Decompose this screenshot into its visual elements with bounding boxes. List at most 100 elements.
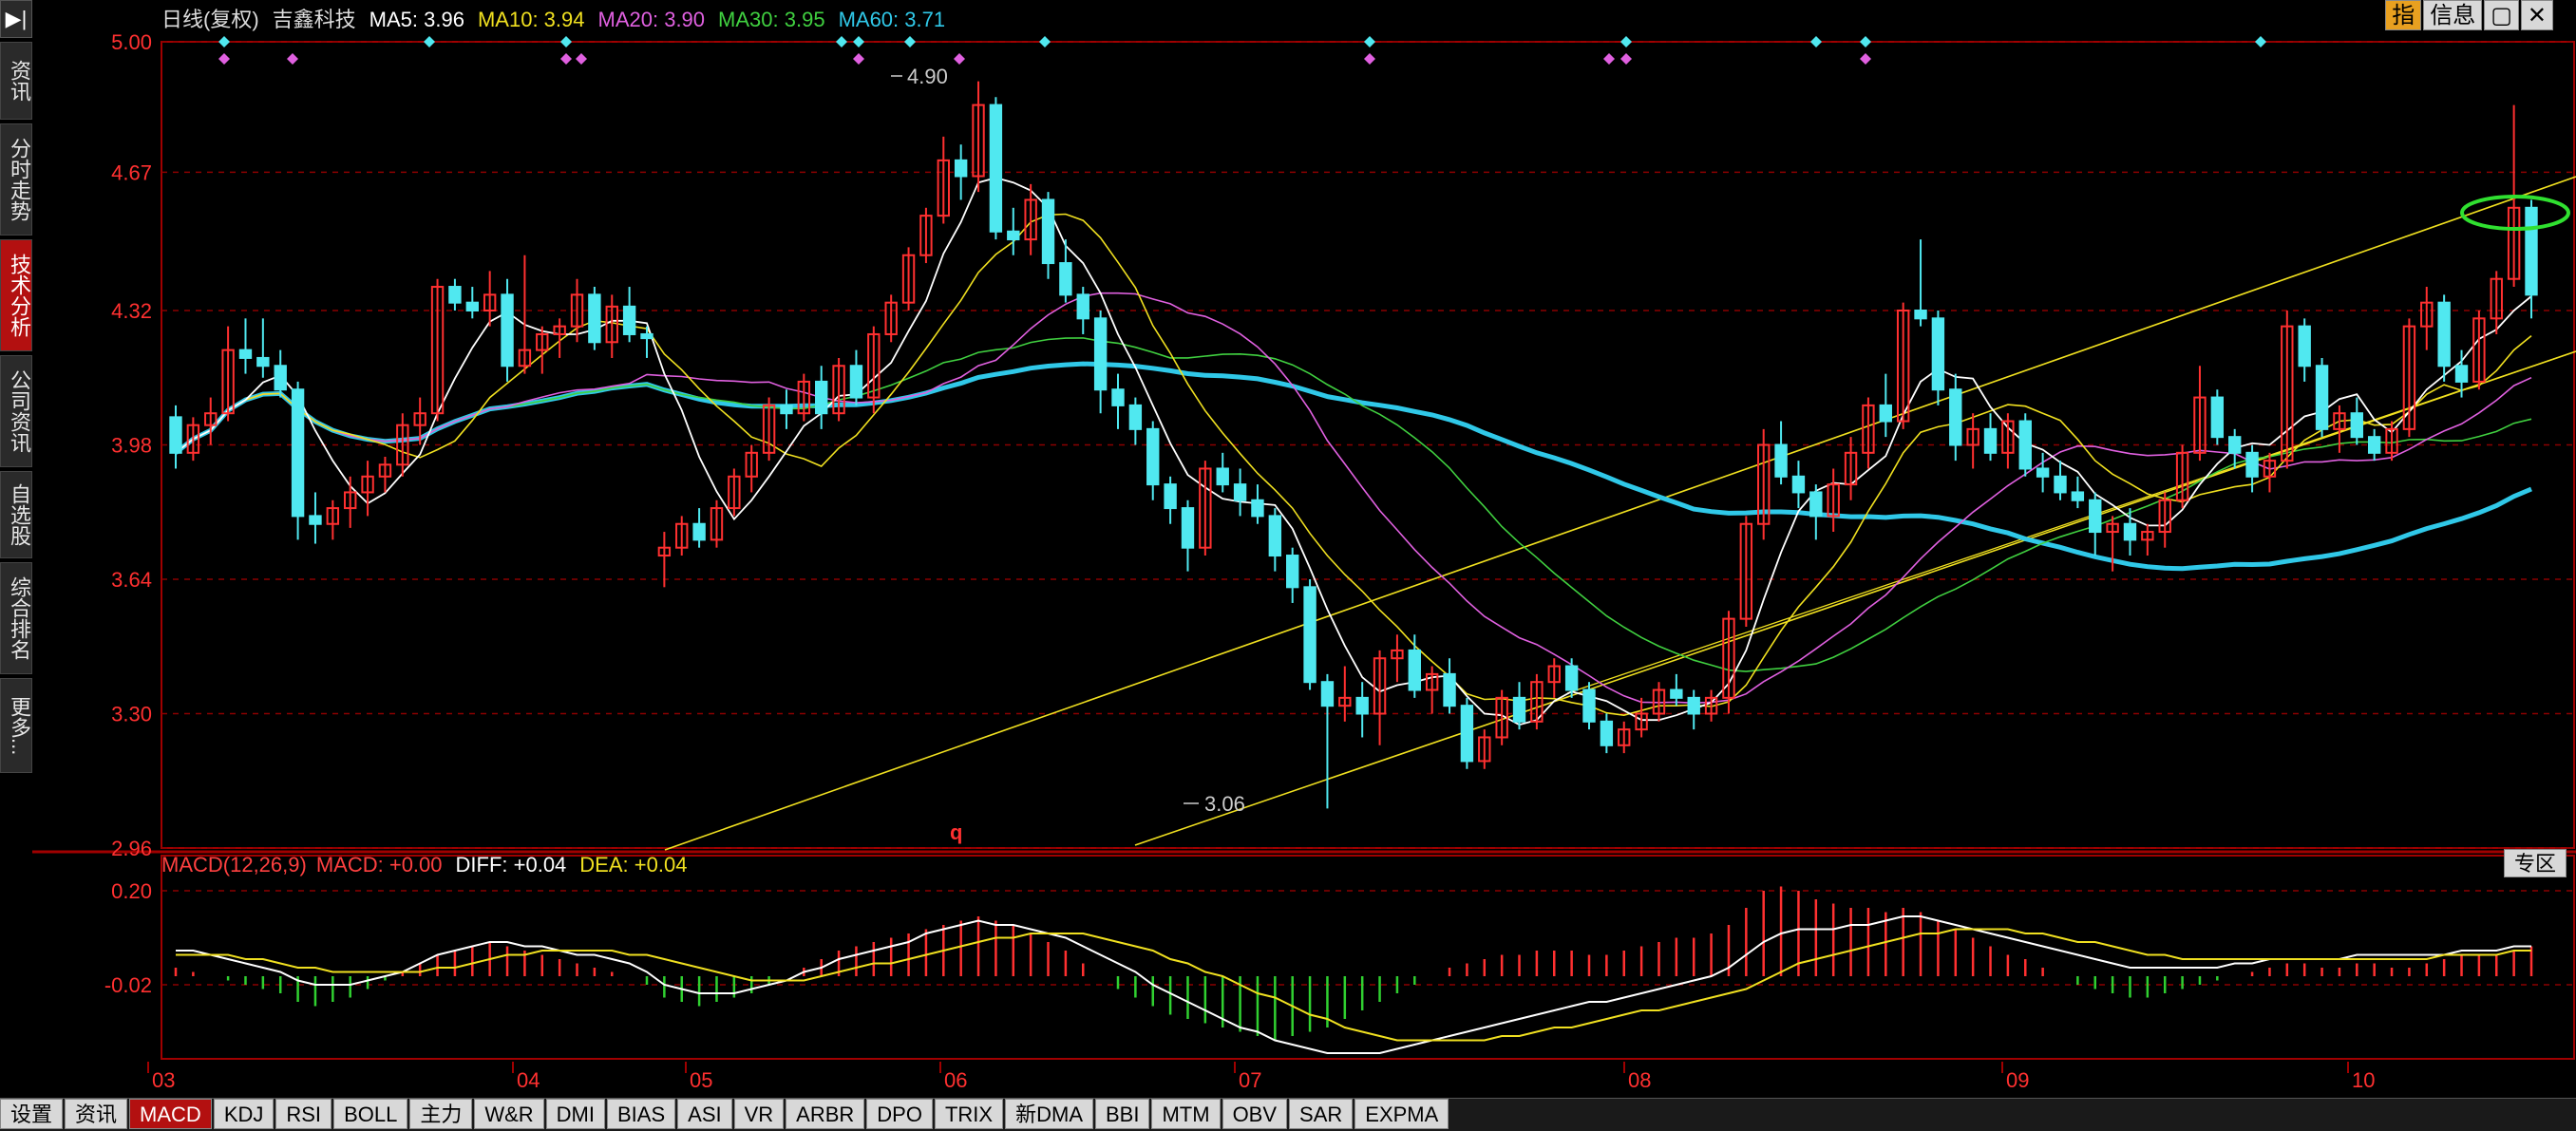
candle: [1268, 508, 1282, 572]
sidebar-item-more[interactable]: 更多...: [0, 678, 32, 773]
candle: [1251, 484, 1264, 524]
candle: [2089, 492, 2102, 556]
sidebar-item-news[interactable]: 资讯: [0, 42, 32, 120]
candle-body: [1983, 427, 1998, 454]
tab-12[interactable]: ARBR: [786, 1099, 865, 1129]
tab-15[interactable]: 新DMA: [1005, 1099, 1093, 1129]
candle: [2350, 397, 2363, 445]
ma30-line: [175, 337, 2532, 672]
candle: [1547, 658, 1561, 698]
tab-14[interactable]: TRIX: [934, 1099, 1004, 1129]
candle: [780, 389, 793, 429]
candle: [2175, 444, 2189, 509]
index-button[interactable]: 指: [2385, 0, 2422, 30]
candle-body: [1233, 483, 1247, 501]
sidebar-item-watchlist[interactable]: 自选股: [0, 471, 32, 558]
candle: [1722, 611, 1735, 714]
tab-16[interactable]: BBI: [1095, 1099, 1150, 1129]
date-axis: 03 04 05 06 07 08 09 10: [147, 1062, 2375, 1092]
date-tick-label: 10: [2352, 1068, 2375, 1092]
high-label: 4.90: [907, 65, 948, 88]
candle: [1739, 516, 1753, 627]
candle-body: [1879, 404, 1892, 423]
candle: [954, 144, 968, 200]
signal-diamond: [576, 53, 587, 65]
candle: [2333, 405, 2346, 453]
tab-19[interactable]: SAR: [1289, 1099, 1354, 1129]
candle: [1478, 729, 1491, 769]
maximize-button[interactable]: ▢: [2484, 0, 2519, 30]
close-button[interactable]: ✕: [2520, 0, 2553, 30]
signal-diamond: [853, 36, 864, 47]
candle-body: [1355, 696, 1369, 715]
candle-body: [780, 404, 793, 415]
candle: [2036, 452, 2050, 493]
candle-body: [1443, 672, 1456, 707]
candle: [1181, 500, 1195, 572]
collapse-sidebar-button[interactable]: ▶|: [0, 0, 32, 38]
candle: [1320, 673, 1335, 809]
macd-axis: 0.20 -0.02: [104, 879, 2576, 997]
tab-10[interactable]: ASI: [677, 1099, 732, 1129]
candle: [204, 397, 218, 445]
candle-body: [1076, 293, 1089, 320]
candle: [1093, 311, 1108, 414]
sidebar-item-company[interactable]: 公司资讯: [0, 355, 32, 467]
tab-13[interactable]: DPO: [866, 1099, 933, 1129]
candle-body: [2298, 325, 2311, 368]
tab-3[interactable]: KDJ: [213, 1099, 275, 1129]
candle-body: [1164, 483, 1177, 510]
candle-body: [448, 286, 462, 304]
tab-8[interactable]: DMI: [545, 1099, 605, 1129]
candle: [1896, 302, 1910, 429]
candle: [1355, 682, 1369, 738]
info-button[interactable]: 信息: [2423, 0, 2483, 30]
zone-button[interactable]: 专区: [2504, 849, 2567, 877]
signal-diamond: [287, 53, 298, 65]
tab-17[interactable]: MTM: [1151, 1099, 1221, 1129]
candle-body: [954, 159, 968, 178]
candle: [2402, 318, 2416, 438]
tab-6[interactable]: 主力: [409, 1099, 473, 1129]
candle-body: [1460, 705, 1474, 763]
candle-body: [2454, 365, 2469, 383]
tab-4[interactable]: RSI: [275, 1099, 332, 1129]
price-tick-label: 3.30: [111, 703, 152, 726]
candle: [1931, 311, 1945, 405]
candle-body: [309, 515, 322, 525]
candle: [1879, 373, 1892, 438]
candle: [378, 456, 392, 493]
tab-0[interactable]: 设置: [0, 1099, 64, 1129]
candle-body: [1268, 515, 1282, 557]
candle: [1443, 658, 1456, 714]
sidebar-item-ranking[interactable]: 综合排名: [0, 562, 32, 674]
sidebar-item-intraday[interactable]: 分时走势: [0, 123, 32, 236]
candle: [588, 287, 601, 350]
signal-diamond: [560, 53, 572, 65]
tab-7[interactable]: W&R: [474, 1099, 544, 1129]
candle-body: [1059, 262, 1072, 296]
candle: [536, 326, 549, 374]
tab-11[interactable]: VR: [733, 1099, 785, 1129]
candle: [1757, 428, 1771, 540]
tab-18[interactable]: OBV: [1222, 1099, 1288, 1129]
tab-2[interactable]: MACD: [129, 1099, 212, 1129]
sidebar-item-technical[interactable]: 技术分析: [0, 239, 32, 351]
tab-1[interactable]: 资讯: [65, 1099, 128, 1129]
kline-chart[interactable]: 5.00 4.67 4.32 3.98 3.64 3.30 2.96 0.20 -0.02 0…: [0, 0, 2576, 1130]
candle: [483, 271, 497, 327]
candle: [1111, 373, 1125, 429]
candle: [797, 373, 811, 422]
tab-5[interactable]: BOLL: [333, 1099, 408, 1129]
candle-body: [256, 356, 270, 368]
ma20-line: [175, 292, 2532, 705]
candle: [1966, 413, 1979, 469]
candle-body: [2071, 491, 2085, 501]
candle-body: [640, 332, 653, 340]
signal-diamond: [1860, 53, 1871, 65]
candle-body: [815, 380, 828, 415]
candle-body: [274, 365, 287, 391]
tab-20[interactable]: EXPMA: [1354, 1099, 1449, 1129]
tab-9[interactable]: BIAS: [607, 1099, 676, 1129]
signal-diamond: [1364, 53, 1375, 65]
